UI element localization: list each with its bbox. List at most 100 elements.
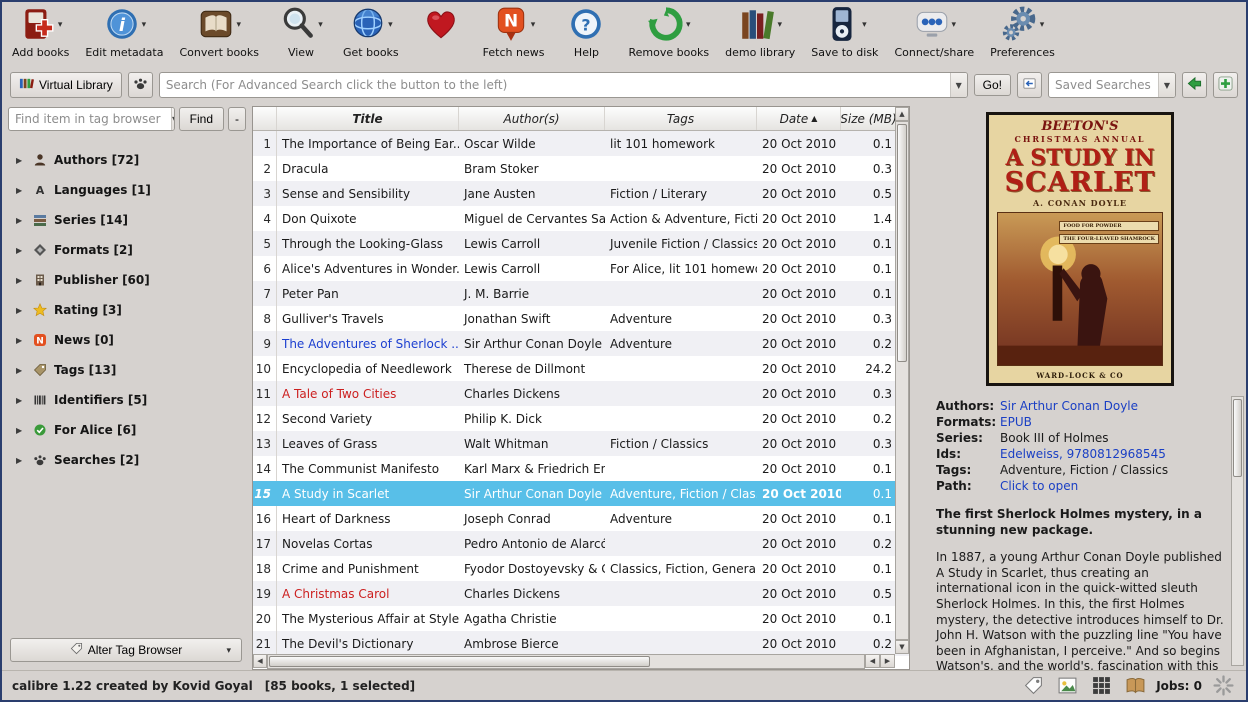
chevron-right-icon[interactable]: ▶ xyxy=(16,336,26,345)
chevron-down-icon[interactable]: ▾ xyxy=(777,20,782,30)
sidebar-item-searches[interactable]: ▶ Searches [2] xyxy=(8,445,246,475)
cell-authors[interactable]: Joseph Conrad xyxy=(459,512,605,526)
cell-tags[interactable]: Adventure xyxy=(605,337,757,351)
cell-authors[interactable]: J. M. Barrie xyxy=(459,287,605,301)
cell-size[interactable]: 0.2 xyxy=(841,637,897,651)
table-row[interactable]: 10 Encyclopedia of Needlework Therese de… xyxy=(253,356,909,381)
field-value[interactable]: Sir Arthur Conan Doyle xyxy=(1000,399,1138,413)
cell-authors[interactable]: Lewis Carroll xyxy=(459,262,605,276)
sidebar-item-formats[interactable]: ▶ Formats [2] xyxy=(8,235,246,265)
cell-tags[interactable]: Fiction / Classics xyxy=(605,437,757,451)
virtual-library-button[interactable]: Virtual Library xyxy=(10,72,122,98)
cell-size[interactable]: 0.1 xyxy=(841,262,897,276)
cell-authors[interactable]: Walt Whitman xyxy=(459,437,605,451)
chevron-down-icon[interactable]: ▾ xyxy=(236,20,241,30)
cell-tags[interactable]: Fiction / Literary xyxy=(605,187,757,201)
chevron-right-icon[interactable]: ▶ xyxy=(16,186,26,195)
chevron-right-icon[interactable]: ▶ xyxy=(16,366,26,375)
cell-title[interactable]: The Adventures of Sherlock ... xyxy=(277,337,459,351)
find-button[interactable]: Find xyxy=(179,107,224,131)
field-value[interactable]: Adventure, Fiction / Classics xyxy=(1000,463,1168,477)
table-row[interactable]: 19 A Christmas Carol Charles Dickens 20 … xyxy=(253,581,909,606)
cell-tags[interactable]: Adventure xyxy=(605,512,757,526)
chevron-down-icon[interactable]: ▾ xyxy=(58,20,63,30)
cell-date[interactable]: 20 Oct 2010 xyxy=(757,437,841,451)
get-books-button[interactable]: ▾ Get books xyxy=(343,5,399,59)
collapse-all-button[interactable]: - xyxy=(228,107,246,131)
cell-authors[interactable]: Bram Stoker xyxy=(459,162,605,176)
cell-authors[interactable]: Miguel de Cervantes Saa... xyxy=(459,212,605,226)
sidebar-item-publisher[interactable]: ▶ Publisher [60] xyxy=(8,265,246,295)
cell-title[interactable]: Second Variety xyxy=(277,412,459,426)
chevron-down-icon[interactable]: ▾ xyxy=(142,20,147,30)
cell-title[interactable]: Through the Looking-Glass xyxy=(277,237,459,251)
cell-size[interactable]: 0.2 xyxy=(841,412,897,426)
field-value[interactable]: EPUB xyxy=(1000,415,1032,429)
table-row[interactable]: 14 The Communist Manifesto Karl Marx & F… xyxy=(253,456,909,481)
cell-size[interactable]: 0.3 xyxy=(841,162,897,176)
scroll-track[interactable] xyxy=(895,121,909,640)
column-header-size[interactable]: Size (MB) xyxy=(841,107,897,130)
sidebar-item-news[interactable]: ▶ N News [0] xyxy=(8,325,246,355)
cell-tags[interactable]: Adventure, Fiction / Clas... xyxy=(605,487,757,501)
cell-title[interactable]: Heart of Darkness xyxy=(277,512,459,526)
cell-size[interactable]: 1.4 xyxy=(841,212,897,226)
cell-title[interactable]: Dracula xyxy=(277,162,459,176)
cell-size[interactable]: 0.5 xyxy=(841,187,897,201)
cell-title[interactable]: Sense and Sensibility xyxy=(277,187,459,201)
cell-title[interactable]: Crime and Punishment xyxy=(277,562,459,576)
cell-title[interactable]: The Importance of Being Ear... xyxy=(277,137,459,151)
chevron-down-icon[interactable]: ▾ xyxy=(686,20,691,30)
scroll-down-arrow[interactable]: ▼ xyxy=(895,640,909,654)
sidebar-item-rating[interactable]: ▶ Rating [3] xyxy=(8,295,246,325)
cover-browser-toggle-button[interactable] xyxy=(1054,674,1080,698)
preferences-button[interactable]: ▾ Preferences xyxy=(990,5,1055,59)
chevron-right-icon[interactable]: ▶ xyxy=(16,456,26,465)
cell-title[interactable]: Alice's Adventures in Wonder... xyxy=(277,262,459,276)
cell-authors[interactable]: Jonathan Swift xyxy=(459,312,605,326)
cell-date[interactable]: 20 Oct 2010 xyxy=(757,562,841,576)
cell-size[interactable]: 0.1 xyxy=(841,612,897,626)
cell-date[interactable]: 20 Oct 2010 xyxy=(757,462,841,476)
cell-size[interactable]: 0.1 xyxy=(841,487,897,501)
details-vertical-scrollbar[interactable] xyxy=(1231,396,1244,666)
chevron-right-icon[interactable]: ▶ xyxy=(16,426,26,435)
table-row[interactable]: 13 Leaves of Grass Walt Whitman Fiction … xyxy=(253,431,909,456)
help-button[interactable]: ? Help xyxy=(560,5,612,59)
cell-tags[interactable]: Adventure xyxy=(605,312,757,326)
cell-date[interactable]: 20 Oct 2010 xyxy=(757,637,841,651)
donate-button[interactable] xyxy=(415,5,467,46)
cell-authors[interactable]: Pedro Antonio de Alarcón xyxy=(459,537,605,551)
table-row[interactable]: 21 The Devil's Dictionary Ambrose Bierce… xyxy=(253,631,909,656)
cover-grid-toggle-button[interactable] xyxy=(1088,674,1114,698)
remove-books-button[interactable]: ▾ Remove books xyxy=(628,5,709,59)
table-row[interactable]: 2 Dracula Bram Stoker 20 Oct 2010 0.3 xyxy=(253,156,909,181)
cell-date[interactable]: 20 Oct 2010 xyxy=(757,387,841,401)
table-row[interactable]: 1 The Importance of Being Ear... Oscar W… xyxy=(253,131,909,156)
table-row[interactable]: 20 The Mysterious Affair at Styles Agath… xyxy=(253,606,909,631)
saved-searches-select[interactable]: Saved Searches ▼ xyxy=(1048,72,1176,98)
cell-authors[interactable]: Charles Dickens xyxy=(459,387,605,401)
tag-browser-toggle-button[interactable] xyxy=(1020,674,1046,698)
cell-title[interactable]: A Christmas Carol xyxy=(277,587,459,601)
save-to-disk-button[interactable]: ▾ Save to disk xyxy=(811,5,878,59)
sidebar-item-identifiers[interactable]: ▶ Identifiers [5] xyxy=(8,385,246,415)
cell-date[interactable]: 20 Oct 2010 xyxy=(757,412,841,426)
cell-title[interactable]: Novelas Cortas xyxy=(277,537,459,551)
marked-books-button[interactable] xyxy=(128,72,153,98)
cell-date[interactable]: 20 Oct 2010 xyxy=(757,312,841,326)
chevron-right-icon[interactable]: ▶ xyxy=(16,246,26,255)
cell-size[interactable]: 0.2 xyxy=(841,537,897,551)
column-header-title[interactable]: Title xyxy=(277,107,459,130)
cell-size[interactable]: 0.5 xyxy=(841,587,897,601)
cell-date[interactable]: 20 Oct 2010 xyxy=(757,237,841,251)
cell-authors[interactable]: Karl Marx & Friedrich Eng... xyxy=(459,462,605,476)
book-cover[interactable]: BEETON'S CHRISTMAS ANNUAL A STUDY IN SCA… xyxy=(986,112,1174,386)
cell-date[interactable]: 20 Oct 2010 xyxy=(757,287,841,301)
copy-search-to-saved-button[interactable] xyxy=(1182,72,1207,98)
chevron-right-icon[interactable]: ▶ xyxy=(16,306,26,315)
chevron-right-icon[interactable]: ▶ xyxy=(16,396,26,405)
cell-authors[interactable]: Fyodor Dostoyevsky & G... xyxy=(459,562,605,576)
column-header-authors[interactable]: Author(s) xyxy=(459,107,605,130)
cell-size[interactable]: 0.1 xyxy=(841,462,897,476)
